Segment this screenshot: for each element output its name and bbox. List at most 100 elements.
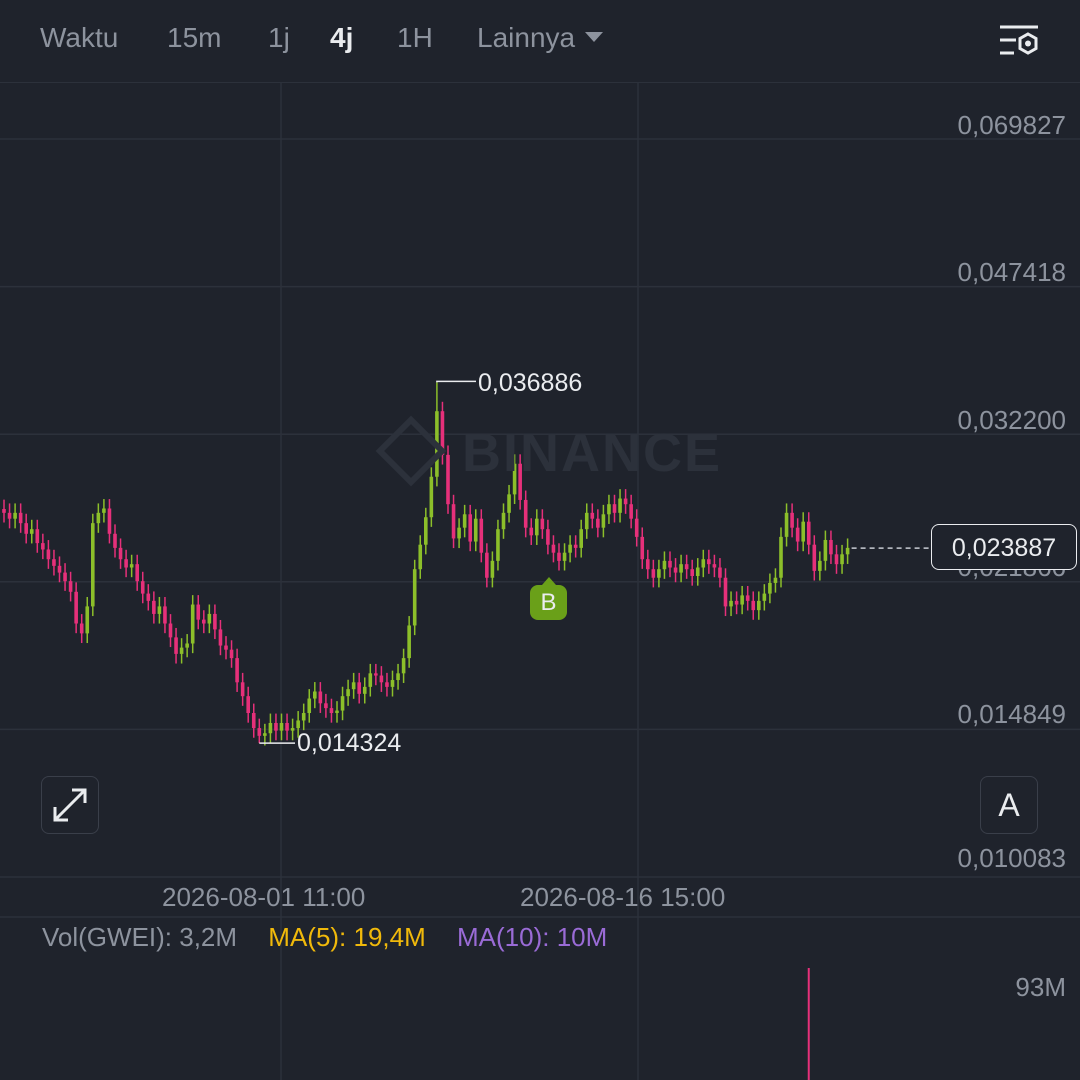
- candle-body: [257, 728, 262, 736]
- candle-body: [762, 593, 767, 601]
- candle-body: [301, 713, 306, 721]
- candle-body: [340, 696, 345, 711]
- candle-body: [568, 544, 572, 553]
- volume-ma10: MA(10): 10M: [457, 922, 608, 952]
- candle-body: [190, 604, 195, 644]
- watermark: BINANCE: [375, 415, 722, 487]
- candle-body: [202, 619, 206, 624]
- auto-scale-button[interactable]: A: [980, 776, 1038, 834]
- candle-body: [612, 504, 617, 513]
- candle-body: [745, 595, 750, 601]
- candle-body: [607, 504, 611, 515]
- candle-body: [229, 649, 234, 659]
- candle-body: [673, 567, 678, 573]
- candle-body: [13, 512, 17, 519]
- candle-body: [152, 600, 156, 614]
- candle-body: [374, 673, 378, 676]
- candle-body: [135, 564, 139, 582]
- candle-body: [368, 673, 373, 687]
- candle-body: [52, 559, 56, 566]
- candle-body: [385, 682, 389, 687]
- candle-body: [91, 523, 95, 607]
- buy-signal-marker[interactable]: B: [530, 577, 567, 620]
- candle-body: [57, 565, 62, 573]
- expand-icon: [53, 788, 87, 822]
- candle-body: [485, 552, 489, 578]
- candle-body: [729, 600, 733, 607]
- candle-body: [623, 498, 628, 505]
- fullscreen-button[interactable]: [41, 776, 99, 834]
- candle-body: [251, 713, 256, 729]
- candle-body: [496, 529, 500, 561]
- candle-body: [235, 658, 239, 683]
- candle-body: [529, 527, 534, 536]
- volume-ma5: MA(5): 19,4M: [268, 922, 426, 952]
- candle-body: [779, 536, 783, 578]
- candle-body: [124, 559, 128, 568]
- candle-body: [840, 554, 844, 565]
- binance-logo-icon: [375, 415, 447, 487]
- price-axis-label: 0,014849: [957, 699, 1066, 729]
- candle-body: [7, 512, 12, 519]
- candle-body: [224, 645, 228, 650]
- candle-body: [507, 494, 511, 513]
- candle-body: [163, 606, 167, 624]
- candle-body: [329, 708, 334, 714]
- candle-body: [784, 512, 789, 537]
- candle-body: [35, 529, 40, 544]
- candle-body: [834, 554, 839, 565]
- candle-body: [707, 559, 711, 565]
- candle-body: [501, 512, 506, 530]
- candle-body: [818, 560, 822, 571]
- candle-body: [240, 682, 245, 697]
- candle-body: [712, 564, 717, 568]
- candle-body: [29, 529, 34, 534]
- candle-body: [218, 629, 223, 646]
- price-axis-label: 0,010083: [957, 843, 1066, 873]
- candle-body: [179, 647, 184, 654]
- candle-body: [96, 512, 101, 524]
- candle-body: [146, 593, 151, 601]
- candle-body: [324, 703, 328, 709]
- high-price-label: 0,036886: [478, 369, 583, 397]
- candle-body: [668, 560, 672, 568]
- candle-body: [407, 625, 411, 659]
- volume-value: Vol(GWEI): 3,2M: [42, 922, 238, 952]
- candle-body: [174, 637, 178, 654]
- candle-body: [196, 604, 201, 620]
- candle-body: [690, 569, 694, 577]
- candle-body: [634, 518, 639, 537]
- candle-body: [795, 527, 800, 542]
- volume-axis-label: 93M: [1015, 972, 1066, 1002]
- time-axis-label: 2026-08-01 11:00: [162, 882, 366, 912]
- candle-body: [718, 567, 722, 578]
- candle-body: [490, 560, 495, 578]
- candle-body: [473, 518, 478, 542]
- candle-body: [845, 547, 850, 555]
- candle-body: [18, 512, 23, 524]
- candle-body: [63, 572, 67, 582]
- candle-body: [24, 523, 28, 534]
- candle-body: [274, 722, 278, 731]
- time-axis-label: 2026-08-16 15:00: [520, 882, 726, 912]
- candle-body: [213, 613, 217, 630]
- candle-body: [2, 509, 6, 513]
- candle-body: [185, 643, 189, 648]
- price-axis-label: 0,047418: [957, 257, 1066, 287]
- candle-body: [313, 691, 317, 699]
- candle-body: [551, 544, 556, 553]
- candle-body: [629, 504, 633, 519]
- price-chart[interactable]: [0, 0, 1080, 1080]
- candle-body: [362, 686, 367, 694]
- candle-body: [113, 533, 117, 548]
- candle-body: [601, 514, 606, 528]
- candle-body: [806, 521, 811, 545]
- candle-body: [618, 498, 622, 513]
- volume-legend: Vol(GWEI): 3,2M MA(5): 19,4M MA(10): 10M: [42, 922, 631, 953]
- price-axis-label: 0,032200: [957, 405, 1066, 435]
- candle-body: [584, 512, 589, 530]
- candle-body: [462, 514, 467, 528]
- candle-body: [424, 517, 428, 545]
- candle-body: [418, 544, 423, 570]
- candle-body: [540, 518, 545, 530]
